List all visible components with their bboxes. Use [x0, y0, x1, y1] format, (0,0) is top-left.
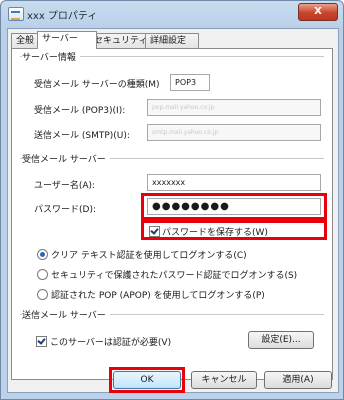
incoming-type-label: 受信メール サーバーの種類(M)	[34, 80, 160, 90]
username-field[interactable]: xxxxxxx	[147, 174, 321, 191]
outgoing-server-label: 送信メール (SMTP)(U):	[34, 131, 130, 141]
auth-apop-radio[interactable]	[37, 289, 48, 300]
outgoing-server-field[interactable]: smtp.mail.yahoo.co.jp	[147, 124, 321, 141]
requires-auth-label[interactable]: このサーバーは認証が必要(V)	[50, 335, 171, 348]
password-highlight-box	[141, 193, 327, 220]
dialog-client-area: 全般 サーバー セキュリティ 詳細設定 サーバー情報 受信メール サーバーの種類…	[7, 28, 339, 393]
username-label: ユーザー名(A):	[34, 181, 96, 191]
server-tab-panel: サーバー情報 受信メール サーバーの種類(M) POP3 受信メール (POP3…	[11, 48, 333, 380]
auth-spa-label[interactable]: セキュリティで保護されたパスワード認証でログオンする(S)	[51, 268, 297, 281]
outgoing-settings-button[interactable]: 設定(E)...	[248, 331, 314, 349]
auth-apop-label[interactable]: 認証された POP (APOP) を使用してログオンする(P)	[51, 288, 265, 301]
password-label: パスワード(D):	[34, 205, 96, 215]
title-bar: xxx プロパティ X	[1, 1, 343, 27]
incoming-server-heading: 受信メール サーバー	[22, 152, 110, 165]
requires-auth-checkbox[interactable]	[36, 336, 47, 347]
tab-server[interactable]: サーバー	[37, 31, 97, 49]
outgoing-server-heading: 送信メール サーバー	[22, 308, 110, 321]
auth-clear-text-radio[interactable]	[37, 249, 48, 260]
incoming-type-value: POP3	[170, 74, 210, 91]
apply-button[interactable]: 適用(A)	[264, 371, 332, 389]
tab-advanced[interactable]: 詳細設定	[145, 33, 199, 49]
auth-spa-radio[interactable]	[37, 269, 48, 280]
mail-app-icon	[8, 7, 24, 21]
close-button[interactable]: X	[298, 3, 338, 21]
save-password-highlight-box	[141, 220, 327, 240]
auth-clear-text-label[interactable]: クリア テキスト認証を使用してログオンする(C)	[51, 248, 247, 261]
incoming-server-field[interactable]: pop.mail.yahoo.co.jp	[147, 99, 321, 116]
incoming-server-label: 受信メール (POP3)(I):	[34, 106, 126, 116]
properties-dialog: xxx プロパティ X 全般 サーバー セキュリティ 詳細設定 サーバー情報 受…	[0, 0, 344, 400]
cancel-button[interactable]: キャンセル	[191, 371, 257, 389]
server-info-heading: サーバー情報	[22, 50, 80, 63]
ok-highlight-box	[109, 367, 185, 393]
window-title: xxx プロパティ	[27, 11, 98, 22]
